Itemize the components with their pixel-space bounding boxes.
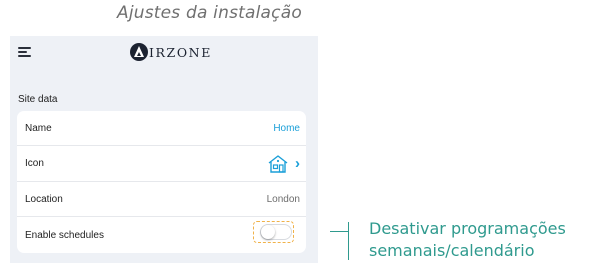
callout-connector-vertical (348, 222, 349, 260)
row-name-value: Home (273, 122, 300, 134)
row-name-label: Name (25, 122, 52, 134)
row-icon[interactable]: Icon › (17, 146, 306, 182)
hamburger-menu-icon[interactable] (18, 46, 32, 58)
row-enable-schedules-label: Enable schedules (25, 229, 104, 241)
row-icon-label: Icon (25, 158, 44, 169)
row-location-value: London (266, 193, 300, 205)
callout-line-2: semanais/calendário (369, 241, 535, 260)
figure-caption: Ajustes da instalação (117, 3, 302, 23)
callout-line-1: Desativar programações (369, 219, 566, 238)
row-name[interactable]: Name Home (17, 111, 306, 146)
toggle-knob[interactable] (261, 225, 275, 239)
callout-connector-horizontal (330, 231, 348, 232)
row-location[interactable]: Location London (17, 182, 306, 217)
row-location-label: Location (25, 193, 63, 205)
page: Ajustes da instalação IRZONE Site data N… (0, 0, 604, 263)
brand-logo: IRZONE (130, 42, 212, 62)
row-icon-value: › (267, 154, 300, 174)
enable-schedules-toggle[interactable] (260, 224, 292, 240)
chevron-right-icon[interactable]: › (295, 156, 300, 171)
section-title: Site data (18, 94, 58, 105)
brand-text: IRZONE (149, 44, 212, 60)
house-icon (268, 154, 288, 173)
airzone-logo-icon (130, 43, 148, 61)
callout-annotation: Desativar programações semanais/calendár… (369, 218, 601, 262)
